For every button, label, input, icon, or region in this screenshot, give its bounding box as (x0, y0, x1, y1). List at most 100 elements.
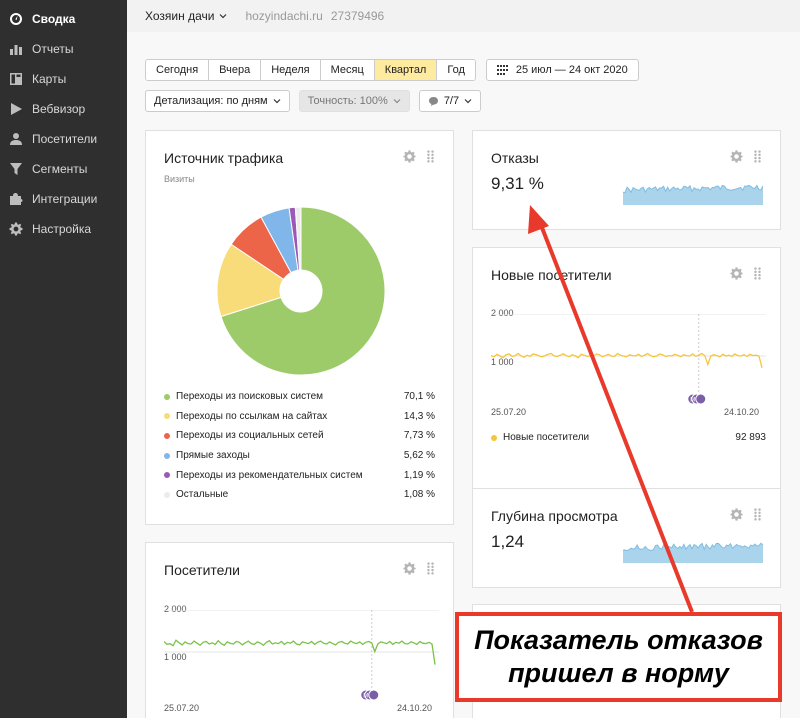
legend-dot (164, 393, 170, 400)
legend-row[interactable]: Остальные 1,08 % (164, 485, 435, 505)
sidebar-item-label: Сегменты (32, 162, 88, 176)
legend-label: Переходы из социальных сетей (176, 430, 324, 442)
period-button[interactable]: Сегодня (146, 60, 210, 80)
sidebar-item[interactable]: Вебвизор (0, 94, 127, 124)
legend-dot (164, 491, 170, 498)
chevron-down-icon (273, 99, 281, 104)
legend-value: 92 893 (735, 432, 766, 443)
drag-handle-icon[interactable] (751, 150, 764, 163)
visitors-widget: Посетители 2 000 1 000 M 25.07.20 24.10.… (145, 542, 454, 718)
legend-dot (164, 472, 170, 479)
legend-label: Остальные (176, 489, 229, 501)
callout-line-1: Показатель отказов (474, 625, 763, 655)
date-range-label: 25 июл — 24 окт 2020 (515, 64, 628, 76)
segments-dropdown[interactable]: 7/7 (418, 90, 482, 112)
sidebar-menu: Сводка Отчеты Карты Вебвизор Посетители Сегме… (0, 0, 127, 244)
legend-value: 14,3 % (403, 410, 435, 422)
legend-value: 1,19 % (403, 469, 435, 481)
gear-icon[interactable] (403, 150, 416, 163)
gear-icon[interactable] (403, 562, 416, 575)
gear-icon[interactable] (730, 508, 743, 521)
sidebar-item-label: Посетители (32, 132, 98, 146)
note-marker-label: M (690, 398, 695, 404)
legend-dot (491, 434, 497, 441)
counter-selector[interactable]: Хозяин дачи (145, 9, 227, 23)
drag-handle-icon[interactable] (424, 150, 437, 163)
drag-handle-icon[interactable] (751, 267, 764, 280)
note-marker[interactable] (368, 689, 380, 700)
sidebar-item[interactable]: Отчеты (0, 34, 127, 64)
bounce-rate-widget: Отказы 9,31 % (472, 130, 781, 230)
callout-line-2: пришел в норму (508, 658, 729, 688)
legend-label: Переходы по ссылкам на сайтах (176, 410, 328, 422)
sidebar: Сводка Отчеты Карты Вебвизор Посетители Сегме… (0, 0, 127, 718)
legend-dot (164, 452, 170, 459)
sidebar-item-label: Карты (32, 72, 67, 86)
widget-tools (722, 508, 764, 521)
detail-dropdown[interactable]: Детализация: по дням (145, 90, 290, 112)
legend-value: 1,08 % (403, 489, 435, 501)
sidebar-item[interactable]: Интеграции (0, 184, 127, 214)
page-depth-widget: Глубина просмотра 1,24 (472, 488, 781, 588)
sidebar-item-label: Интеграции (32, 192, 98, 206)
period-button[interactable]: Квартал (374, 60, 438, 80)
accuracy-label: Точность: 100% (307, 95, 388, 107)
sidebar-item[interactable]: Сводка (0, 4, 127, 34)
widget-subtitle: Визиты (164, 174, 195, 184)
drag-handle-icon[interactable] (751, 508, 764, 521)
legend-row[interactable]: Переходы по ссылкам на сайтах 14,3 % (164, 407, 435, 427)
legend-row[interactable]: Прямые заходы 5,62 % (164, 446, 435, 466)
x-axis-end: 24.10.20 (724, 407, 760, 417)
play-icon (9, 102, 23, 116)
annotation-callout: Показатель отказов пришел в норму (455, 612, 782, 702)
sidebar-item[interactable]: Настройка (0, 214, 127, 244)
visitors-line-chart: M (164, 610, 439, 700)
legend-label: Переходы из рекомендательных систем (176, 469, 363, 481)
sidebar-item-label: Сводка (32, 12, 76, 26)
sidebar-item-label: Настройка (32, 222, 92, 236)
period-button[interactable]: Неделя (261, 60, 321, 80)
page-depth-value: 1,24 (491, 532, 525, 551)
chevron-down-icon (220, 14, 227, 19)
x-axis-start: 25.07.20 (164, 703, 200, 713)
legend-value: 70,1 % (403, 391, 435, 403)
period-toolbar: Сегодня Вчера Неделя Месяц Квартал Год 25 июл… (145, 59, 639, 81)
widget-title: Источник трафика (164, 150, 284, 166)
calendar-icon (496, 65, 508, 75)
counter-name: Хозяин дачи (145, 9, 215, 23)
sidebar-item[interactable]: Сегменты (0, 154, 127, 184)
period-button[interactable]: Вчера (209, 60, 262, 80)
legend-row[interactable]: Переходы из социальных сетей 7,73 % (164, 426, 435, 446)
detail-label: Детализация: по дням (154, 95, 268, 107)
widget-tools (722, 267, 764, 280)
widget-tools (722, 150, 764, 163)
legend-row[interactable]: Переходы из рекомендательных систем 1,19 … (164, 465, 435, 485)
filter-toolbar: Детализация: по дням Точность: 100% 7/7 (145, 90, 490, 112)
filter-icon (9, 162, 23, 176)
note-marker[interactable] (695, 393, 707, 404)
puzzle-icon (9, 192, 23, 206)
traffic-source-widget: Источник трафика Визиты Переходы из поис… (145, 130, 454, 525)
period-button[interactable]: Месяц (320, 60, 375, 80)
widget-title: Отказы (491, 150, 539, 166)
legend-label: Переходы из поисковых систем (176, 391, 324, 403)
sidebar-item-label: Вебвизор (32, 102, 86, 116)
gear-icon[interactable] (730, 150, 743, 163)
sidebar-item[interactable]: Карты (0, 64, 127, 94)
legend-value: 5,62 % (403, 450, 435, 462)
segments-label: 7/7 (443, 95, 460, 107)
date-range-button[interactable]: 25 июл — 24 окт 2020 (485, 59, 639, 81)
counter-url: hozyindachi.ru (245, 9, 323, 23)
page-depth-sparkline (623, 542, 763, 563)
period-button[interactable]: Год (437, 60, 475, 80)
gear-icon[interactable] (730, 267, 743, 280)
accuracy-dropdown[interactable]: Точность: 100% (298, 90, 410, 112)
sidebar-item[interactable]: Посетители (0, 124, 127, 154)
map-icon (9, 72, 23, 86)
traffic-pie-chart (216, 206, 386, 376)
legend-label: Новые посетители (503, 432, 590, 443)
new-visitors-legend: Новые посетители 92 893 (491, 432, 766, 443)
widget-title: Новые посетители (491, 267, 612, 283)
drag-handle-icon[interactable] (424, 562, 437, 575)
legend-row[interactable]: Переходы из поисковых систем 70,1 % (164, 387, 435, 407)
